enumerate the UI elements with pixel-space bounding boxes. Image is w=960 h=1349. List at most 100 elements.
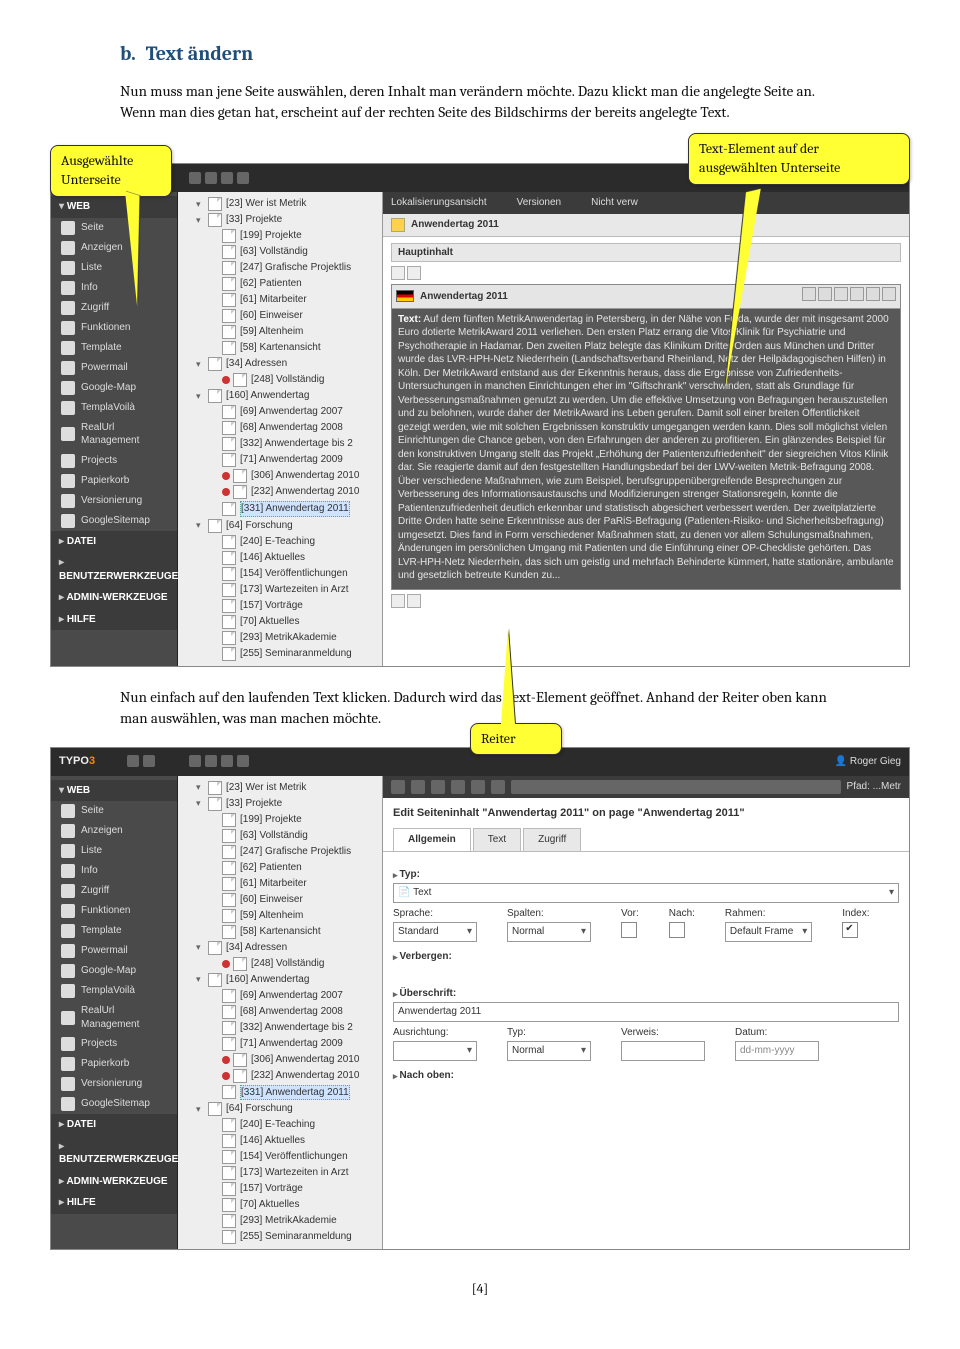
tree-node[interactable]: [255] Seminaranmeldung xyxy=(180,646,380,662)
tree-node[interactable]: [62] Patienten xyxy=(180,276,380,292)
module-group[interactable]: BENUTZERWERKZEUGE xyxy=(51,1136,177,1171)
tree-node[interactable]: [58] Kartenansicht xyxy=(180,924,380,940)
tab-text[interactable]: Text xyxy=(473,828,521,851)
tree-node[interactable]: [61] Mitarbeiter xyxy=(180,876,380,892)
module-item[interactable]: Info xyxy=(51,278,177,298)
module-item[interactable]: Powermail xyxy=(51,358,177,378)
select-ausrichtung[interactable] xyxy=(393,1041,477,1061)
topbar-icons[interactable] xyxy=(125,754,157,769)
tree-node[interactable]: [61] Mitarbeiter xyxy=(180,292,380,308)
ce-action-icons[interactable] xyxy=(800,287,896,306)
tree-node[interactable]: [60] Einweiser xyxy=(180,892,380,908)
tree-node[interactable]: [58] Kartenansicht xyxy=(180,340,380,356)
tree-node[interactable]: [306] Anwendertag 2010 xyxy=(180,468,380,484)
module-group[interactable]: DATEI xyxy=(51,1114,177,1136)
module-item[interactable]: Liste xyxy=(51,841,177,861)
module-item[interactable]: RealUrl Management xyxy=(51,418,177,451)
tree-node[interactable]: [146] Aktuelles xyxy=(180,550,380,566)
tree-node[interactable]: [332] Anwendertage bis 2 xyxy=(180,1020,380,1036)
input-ueberschrift[interactable]: Anwendertag 2011 xyxy=(393,1002,899,1022)
tree-node[interactable]: [69] Anwendertag 2007 xyxy=(180,404,380,420)
module-item[interactable]: Liste xyxy=(51,258,177,278)
tree-node[interactable]: ▾[23] Wer ist Metrik xyxy=(180,780,380,796)
tree-node[interactable]: [60] Einweiser xyxy=(180,308,380,324)
tree-node[interactable]: [199] Projekte xyxy=(180,228,380,244)
tree-node[interactable]: [240] E-Teaching xyxy=(180,1117,380,1133)
module-item[interactable]: Funktionen xyxy=(51,901,177,921)
tree-node[interactable]: [68] Anwendertag 2008 xyxy=(180,1004,380,1020)
tree-node[interactable]: ▾[64] Forschung xyxy=(180,518,380,534)
tree-node[interactable]: [331] Anwendertag 2011 xyxy=(180,500,380,518)
tree-node[interactable]: [173] Wartezeiten in Arzt xyxy=(180,582,380,598)
module-group[interactable]: BENUTZERWERKZEUGE xyxy=(51,552,177,587)
tree-node[interactable]: [59] Altenheim xyxy=(180,324,380,340)
tree-node[interactable]: [157] Vorträge xyxy=(180,598,380,614)
tree-node[interactable]: [59] Altenheim xyxy=(180,908,380,924)
module-item[interactable]: Projects xyxy=(51,451,177,471)
module-item[interactable]: Anzeigen xyxy=(51,238,177,258)
ce-body-text[interactable]: Text: Auf dem fünften MetrikAnwendertag … xyxy=(398,313,894,583)
module-group[interactable]: ADMIN-WERKZEUGE xyxy=(51,587,177,609)
tree-node[interactable]: [247] Grafische Projektlis xyxy=(180,844,380,860)
module-item[interactable]: TemplaVoilà xyxy=(51,398,177,418)
tree-node[interactable]: [332] Anwendertage bis 2 xyxy=(180,436,380,452)
content-element-box[interactable]: Anwendertag 2011 Text: Auf dem fünften M… xyxy=(391,284,901,590)
tree-node[interactable]: [331] Anwendertag 2011 xyxy=(180,1084,380,1102)
module-item[interactable]: Zugriff xyxy=(51,298,177,318)
module-item[interactable]: Seite xyxy=(51,801,177,821)
tree-node[interactable]: [70] Aktuelles xyxy=(180,1197,380,1213)
tree-node[interactable]: [71] Anwendertag 2009 xyxy=(180,1036,380,1052)
tree-node[interactable]: [146] Aktuelles xyxy=(180,1133,380,1149)
tree-node[interactable]: [63] Vollständig xyxy=(180,828,380,844)
tree-node[interactable]: ▾[34] Adressen xyxy=(180,940,380,956)
content-tools-bottom[interactable] xyxy=(391,594,901,608)
tree-node[interactable]: ▾[64] Forschung xyxy=(180,1101,380,1117)
content-tools[interactable] xyxy=(391,266,901,280)
checkbox-vor[interactable] xyxy=(621,922,637,938)
module-item[interactable]: TemplaVoilà xyxy=(51,981,177,1001)
module-item[interactable]: Papierkorb xyxy=(51,1054,177,1074)
tree-node[interactable]: [293] MetrikAkademie xyxy=(180,1213,380,1229)
tree-node[interactable]: ▾[34] Adressen xyxy=(180,356,380,372)
module-item[interactable]: Info xyxy=(51,861,177,881)
tree-node[interactable]: [157] Vorträge xyxy=(180,1181,380,1197)
module-item[interactable]: Template xyxy=(51,338,177,358)
tree-node[interactable]: [62] Patienten xyxy=(180,860,380,876)
select-typ[interactable]: 📄 Text xyxy=(393,883,899,903)
tree-node[interactable]: [173] Wartezeiten in Arzt xyxy=(180,1165,380,1181)
tree-node[interactable]: ▾[160] Anwendertag xyxy=(180,388,380,404)
tree-node[interactable]: [248] Vollständig xyxy=(180,956,380,972)
module-item[interactable]: Google-Map xyxy=(51,378,177,398)
tree-node[interactable]: [71] Anwendertag 2009 xyxy=(180,452,380,468)
module-item[interactable]: Versionierung xyxy=(51,1074,177,1094)
module-group[interactable]: DATEI xyxy=(51,531,177,553)
tree-node[interactable]: [154] Veröffentlichungen xyxy=(180,566,380,582)
tree-node[interactable]: [240] E-Teaching xyxy=(180,534,380,550)
tree-node[interactable]: [247] Grafische Projektlis xyxy=(180,260,380,276)
module-item[interactable]: RealUrl Management xyxy=(51,1001,177,1034)
checkbox-nach[interactable] xyxy=(669,922,685,938)
module-item[interactable]: GoogleSitemap xyxy=(51,511,177,531)
module-item[interactable]: Versionierung xyxy=(51,491,177,511)
tree-node[interactable]: [232] Anwendertag 2010 xyxy=(180,1068,380,1084)
module-group[interactable]: HILFE xyxy=(51,1192,177,1214)
tree-node[interactable]: [248] Vollständig xyxy=(180,372,380,388)
select-sprache[interactable]: Standard xyxy=(393,922,477,942)
tree-node[interactable]: [232] Anwendertag 2010 xyxy=(180,484,380,500)
select-typ2[interactable]: Normal xyxy=(507,1041,591,1061)
tree-node[interactable]: [154] Veröffentlichungen xyxy=(180,1149,380,1165)
tree-node[interactable]: [69] Anwendertag 2007 xyxy=(180,988,380,1004)
module-item[interactable]: Powermail xyxy=(51,941,177,961)
module-item[interactable]: Anzeigen xyxy=(51,821,177,841)
tab-zugriff[interactable]: Zugriff xyxy=(523,828,581,851)
tree-node[interactable]: [199] Projekte xyxy=(180,812,380,828)
module-group[interactable]: ADMIN-WERKZEUGE xyxy=(51,1171,177,1193)
tab-allgemein[interactable]: Allgemein xyxy=(393,828,471,851)
module-item[interactable]: GoogleSitemap xyxy=(51,1094,177,1114)
input-verweis[interactable] xyxy=(621,1041,705,1061)
module-item[interactable]: Zugriff xyxy=(51,881,177,901)
module-group[interactable]: HILFE xyxy=(51,609,177,631)
tree-node[interactable]: [63] Vollständig xyxy=(180,244,380,260)
module-item[interactable]: Google-Map xyxy=(51,961,177,981)
module-item[interactable]: Papierkorb xyxy=(51,471,177,491)
